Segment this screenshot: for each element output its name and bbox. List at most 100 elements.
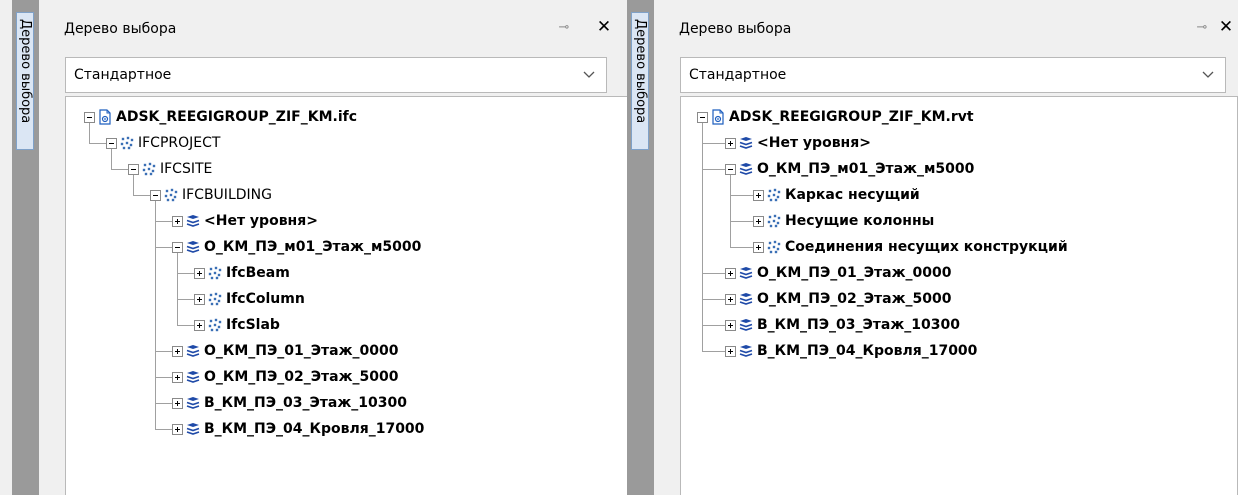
tree-node[interactable]: <Нет уровня> [172,208,318,234]
tree-connector [177,253,178,325]
side-tab-selection-tree[interactable]: Дерево выбора [631,12,649,150]
collapse-icon[interactable] [172,241,183,253]
layers-icon [185,421,204,437]
dots-icon [766,213,785,229]
tree-node[interactable]: О_КМ_ПЭ_02_Этаж_5000 [172,364,398,390]
tree-connector [730,247,753,248]
tree-connector [702,351,725,352]
collapse-icon[interactable] [84,111,95,123]
collapse-icon[interactable] [128,163,139,175]
tree-connector [177,325,194,326]
expand-icon[interactable] [725,137,736,149]
tree-connector [133,175,134,195]
layers-icon [185,239,204,255]
dots-icon [119,135,138,151]
tree-mode-select[interactable]: Стандартное [65,57,607,93]
layers-icon [185,343,204,359]
pin-icon[interactable]: ⊸ [555,20,573,36]
expand-icon[interactable] [725,319,736,331]
tree-node-label: Соединения несущих конструкций [785,239,1068,255]
tree-node[interactable]: О_КМ_ПЭ_м01_Этаж_м5000 [172,234,421,260]
tree-node[interactable]: IFCPROJECT [106,130,220,156]
tree-connector [111,169,128,170]
expand-icon[interactable] [753,241,764,253]
tree-connector [155,351,172,352]
dots-icon [207,317,226,333]
tree-node[interactable]: <Нет уровня> [725,130,871,156]
expand-icon[interactable] [172,345,183,357]
dots-icon [163,187,182,203]
tree-node[interactable]: IFCSITE [128,156,212,182]
tree-node-label: ADSK_REEGIGROUP_ZIF_KM.ifc [116,109,358,125]
tree-node-label: IfcBeam [226,265,290,281]
layers-icon [738,291,757,307]
collapse-icon[interactable] [106,137,117,149]
layers-icon [738,161,757,177]
tree-node-label: IFCBUILDING [182,187,272,203]
panel-title: Дерево выбора [64,21,177,37]
expand-icon[interactable] [172,397,183,409]
expand-icon[interactable] [194,267,205,279]
left-selection-tree-panel: Дерево выбора ⊸ ✕ Стандартное ADSK_REEGI… [39,0,635,495]
tree-connector [702,123,703,351]
tree-connector [702,325,725,326]
dots-icon [207,265,226,281]
tree-node-label: О_КМ_ПЭ_м01_Этаж_м5000 [757,161,975,177]
dots-icon [766,187,785,203]
close-icon[interactable]: ✕ [596,18,612,36]
dots-icon [207,291,226,307]
pin-icon[interactable]: ⊸ [1193,20,1211,36]
expand-icon[interactable] [172,215,183,227]
expand-icon[interactable] [172,371,183,383]
panel-title: Дерево выбора [679,21,792,37]
tree-connector [702,169,725,170]
document-icon [710,109,729,125]
expand-icon[interactable] [725,345,736,357]
tree-node[interactable]: Соединения несущих конструкций [753,234,1068,260]
tree-node[interactable]: О_КМ_ПЭ_02_Этаж_5000 [725,286,951,312]
tree-node[interactable]: IFCBUILDING [150,182,272,208]
tree-node[interactable]: В_КМ_ПЭ_04_Кровля_17000 [725,338,977,364]
tree-node[interactable]: О_КМ_ПЭ_01_Этаж_0000 [172,338,398,364]
tree-connector [133,195,150,196]
layers-icon [185,395,204,411]
tree-node-label: <Нет уровня> [757,135,871,151]
side-tab-selection-tree[interactable]: Дерево выбора [16,12,34,150]
layers-icon [738,135,757,151]
tree-node[interactable]: В_КМ_ПЭ_03_Этаж_10300 [725,312,960,338]
tree-node[interactable]: О_КМ_ПЭ_м01_Этаж_м5000 [725,156,974,182]
tree-node[interactable]: О_КМ_ПЭ_01_Этаж_0000 [725,260,951,286]
tree-connector [730,195,753,196]
expand-icon[interactable] [753,189,764,201]
expand-icon[interactable] [725,293,736,305]
tree-node-label: IFCPROJECT [138,135,221,151]
expand-icon[interactable] [725,267,736,279]
tree-connector [155,429,172,430]
expand-icon[interactable] [172,423,183,435]
tree-node[interactable]: IfcBeam [194,260,290,286]
chevron-down-icon [1202,71,1214,78]
dots-icon [141,161,160,177]
tree-node-label: IFCSITE [160,161,213,177]
expand-icon[interactable] [753,215,764,227]
tree-node[interactable]: ADSK_REEGIGROUP_ZIF_KM.rvt [697,104,974,130]
tree-node[interactable]: Каркас несущий [753,182,920,208]
tree-connector [89,143,106,144]
expand-icon[interactable] [194,319,205,331]
tree-mode-select[interactable]: Стандартное [680,57,1226,93]
tree-node[interactable]: В_КМ_ПЭ_03_Этаж_10300 [172,390,407,416]
collapse-icon[interactable] [697,111,708,123]
tree-connector [155,377,172,378]
close-icon[interactable]: ✕ [1218,18,1234,36]
tree-node[interactable]: В_КМ_ПЭ_04_Кровля_17000 [172,416,424,442]
tree-connector [730,221,753,222]
expand-icon[interactable] [194,293,205,305]
collapse-icon[interactable] [725,163,736,175]
tree-node[interactable]: IfcSlab [194,312,280,338]
tree-connector [155,403,172,404]
tree-node[interactable]: IfcColumn [194,286,305,312]
selection-tree: ADSK_REEGIGROUP_ZIF_KM.rvt <Нет уровня> О_… [680,96,1238,495]
tree-node[interactable]: ADSK_REEGIGROUP_ZIF_KM.ifc [84,104,357,130]
collapse-icon[interactable] [150,189,161,201]
tree-node[interactable]: Несущие колонны [753,208,934,234]
